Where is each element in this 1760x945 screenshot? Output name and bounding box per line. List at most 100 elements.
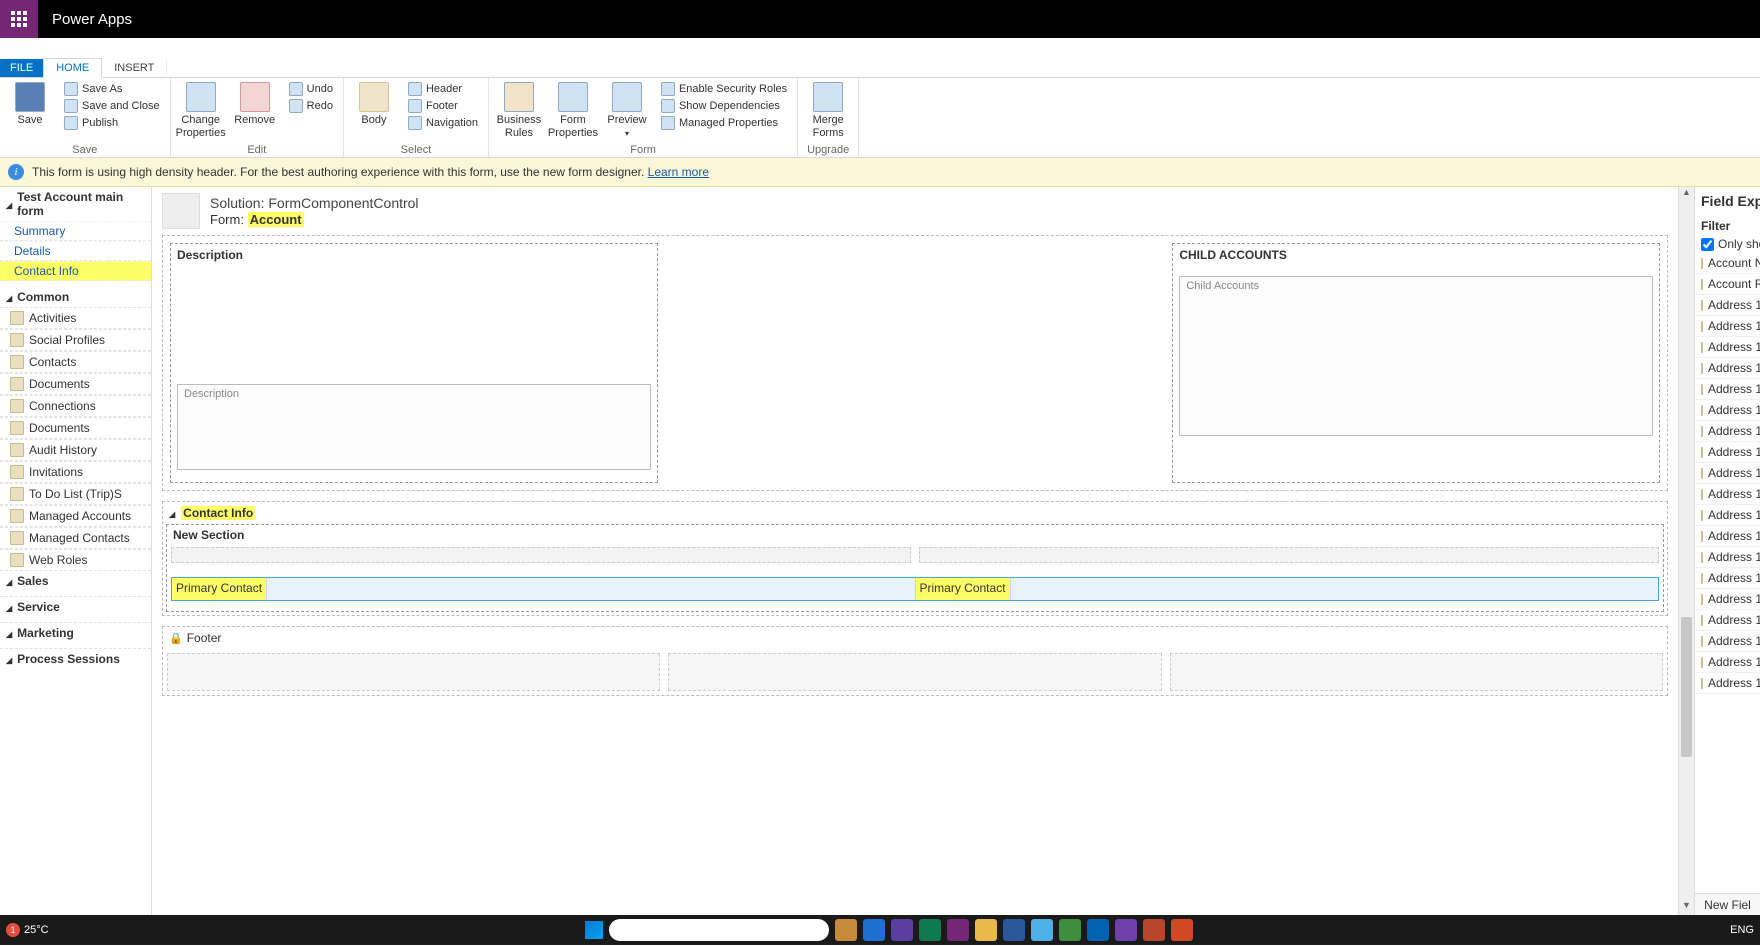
taskbar-app-icon[interactable]: [863, 919, 885, 941]
footer-section[interactable]: 🔒Footer: [162, 626, 1668, 696]
field-list-item[interactable]: Address 1:: [1695, 316, 1760, 337]
nav-item[interactable]: Documents: [0, 373, 151, 395]
nav-item[interactable]: Managed Accounts: [0, 505, 151, 527]
remove-button[interactable]: Remove: [231, 80, 279, 127]
field-list-item[interactable]: Account N: [1695, 253, 1760, 274]
form-tabs-header[interactable]: Test Account main form: [0, 187, 151, 221]
taskbar-search[interactable]: [609, 919, 829, 941]
taskbar-app-icon[interactable]: [1143, 919, 1165, 941]
taskbar-app-icon[interactable]: [1115, 919, 1137, 941]
learn-more-link[interactable]: Learn more: [648, 165, 709, 179]
tab-file[interactable]: FILE: [0, 59, 43, 77]
child-accounts-subgrid[interactable]: Child Accounts: [1179, 276, 1653, 436]
taskbar-app-icon[interactable]: [891, 919, 913, 941]
scroll-up-arrow[interactable]: ▲: [1679, 187, 1694, 203]
taskbar-app-icon[interactable]: [835, 919, 857, 941]
language-indicator[interactable]: ENG: [1730, 924, 1754, 936]
taskbar-app-icon[interactable]: [1003, 919, 1025, 941]
nav-item[interactable]: Invitations: [0, 461, 151, 483]
preview-button[interactable]: Preview▾: [603, 80, 651, 139]
tab-details-section[interactable]: Description Description CHILD ACCOUNTS C…: [162, 235, 1668, 491]
form-canvas[interactable]: Solution: FormComponentControl Form: Acc…: [152, 187, 1694, 916]
weather-widget[interactable]: 1 25°C: [6, 923, 49, 937]
field-list-item[interactable]: Address 1:: [1695, 610, 1760, 631]
description-section[interactable]: Description Description: [170, 243, 658, 483]
field-list-item[interactable]: Address 1:: [1695, 526, 1760, 547]
field-list-item[interactable]: Address 1:: [1695, 568, 1760, 589]
show-dependencies-button[interactable]: Show Dependencies: [657, 98, 791, 114]
canvas-scrollbar[interactable]: ▲ ▼: [1678, 187, 1694, 916]
nav-tab-summary[interactable]: Summary: [0, 221, 151, 241]
save-and-close-button[interactable]: Save and Close: [60, 98, 164, 114]
save-button[interactable]: Save: [6, 80, 54, 127]
taskbar-app-icon[interactable]: [1087, 919, 1109, 941]
taskbar-app-icon[interactable]: [1031, 919, 1053, 941]
taskbar-app-icon[interactable]: [975, 919, 997, 941]
field-list-item[interactable]: Address 1:: [1695, 442, 1760, 463]
tab-home[interactable]: HOME: [43, 58, 102, 78]
primary-contact-field-row[interactable]: Primary Contact Primary Contact: [171, 577, 1659, 601]
header-button[interactable]: Header: [404, 81, 482, 97]
nav-item[interactable]: To Do List (Trip)S: [0, 483, 151, 505]
nav-item[interactable]: Managed Contacts: [0, 527, 151, 549]
field-list-item[interactable]: Address 1:: [1695, 379, 1760, 400]
field-list-item[interactable]: Address 1:: [1695, 400, 1760, 421]
field-list-item[interactable]: Address 1:: [1695, 337, 1760, 358]
nav-item[interactable]: Audit History: [0, 439, 151, 461]
nav-tab-contact-info[interactable]: Contact Info: [0, 261, 151, 281]
nav-process-sessions-header[interactable]: Process Sessions: [0, 649, 151, 669]
navigation-button[interactable]: Navigation: [404, 115, 482, 131]
scrollbar-thumb[interactable]: [1681, 617, 1692, 757]
nav-item[interactable]: Social Profiles: [0, 329, 151, 351]
enable-security-roles-button[interactable]: Enable Security Roles: [657, 81, 791, 97]
redo-button[interactable]: Redo: [285, 98, 337, 114]
field-list-item[interactable]: Address 1:: [1695, 484, 1760, 505]
publish-button[interactable]: Publish: [60, 115, 164, 131]
footer-cell-2[interactable]: [668, 653, 1161, 691]
body-button[interactable]: Body: [350, 80, 398, 127]
start-button[interactable]: [585, 921, 603, 939]
nav-item[interactable]: Connections: [0, 395, 151, 417]
field-list-item[interactable]: Address 1:: [1695, 358, 1760, 379]
tab-contact-info[interactable]: Contact Info New Section Primary Contact…: [162, 501, 1668, 616]
nav-item[interactable]: Documents: [0, 417, 151, 439]
field-list-item[interactable]: Address 1:: [1695, 589, 1760, 610]
nav-marketing-header[interactable]: Marketing: [0, 623, 151, 643]
new-field-button[interactable]: New Fiel: [1695, 893, 1760, 916]
nav-tab-details[interactable]: Details: [0, 241, 151, 261]
field-list-item[interactable]: Address 1:: [1695, 652, 1760, 673]
footer-cell-1[interactable]: [167, 653, 660, 691]
field-list-item[interactable]: Address 1:: [1695, 547, 1760, 568]
empty-cell[interactable]: [171, 547, 911, 563]
field-list-item[interactable]: Account Ra: [1695, 274, 1760, 295]
undo-button[interactable]: Undo: [285, 81, 337, 97]
nav-item[interactable]: Activities: [0, 307, 151, 329]
save-as-button[interactable]: Save As: [60, 81, 164, 97]
app-launcher-button[interactable]: [0, 0, 38, 38]
taskbar-app-icon[interactable]: [919, 919, 941, 941]
nav-item[interactable]: Web Roles: [0, 549, 151, 571]
contact-info-tab-header[interactable]: Contact Info: [163, 502, 1667, 524]
only-show-unused-row[interactable]: Only sho: [1695, 235, 1760, 253]
only-show-checkbox[interactable]: [1701, 238, 1714, 251]
field-list-item[interactable]: Address 1:: [1695, 421, 1760, 442]
taskbar-app-icon[interactable]: [1059, 919, 1081, 941]
managed-properties-button[interactable]: Managed Properties: [657, 115, 791, 131]
nav-common-header[interactable]: Common: [0, 287, 151, 307]
nav-sales-header[interactable]: Sales: [0, 571, 151, 591]
nav-item[interactable]: Contacts: [0, 351, 151, 373]
tab-insert[interactable]: INSERT: [102, 59, 167, 77]
business-rules-button[interactable]: Business Rules: [495, 80, 543, 139]
description-field[interactable]: Description: [177, 384, 651, 470]
merge-forms-button[interactable]: Merge Forms: [804, 80, 852, 139]
field-list-item[interactable]: Address 1:: [1695, 295, 1760, 316]
nav-service-header[interactable]: Service: [0, 597, 151, 617]
form-properties-button[interactable]: Form Properties: [549, 80, 597, 139]
field-list-item[interactable]: Address 1:: [1695, 673, 1760, 694]
contact-info-section[interactable]: New Section Primary Contact Primary Cont…: [166, 524, 1664, 612]
taskbar-app-icon[interactable]: [1171, 919, 1193, 941]
empty-cell[interactable]: [919, 547, 1659, 563]
taskbar-app-icon[interactable]: [947, 919, 969, 941]
footer-button[interactable]: Footer: [404, 98, 482, 114]
child-accounts-section[interactable]: CHILD ACCOUNTS Child Accounts: [1172, 243, 1660, 483]
